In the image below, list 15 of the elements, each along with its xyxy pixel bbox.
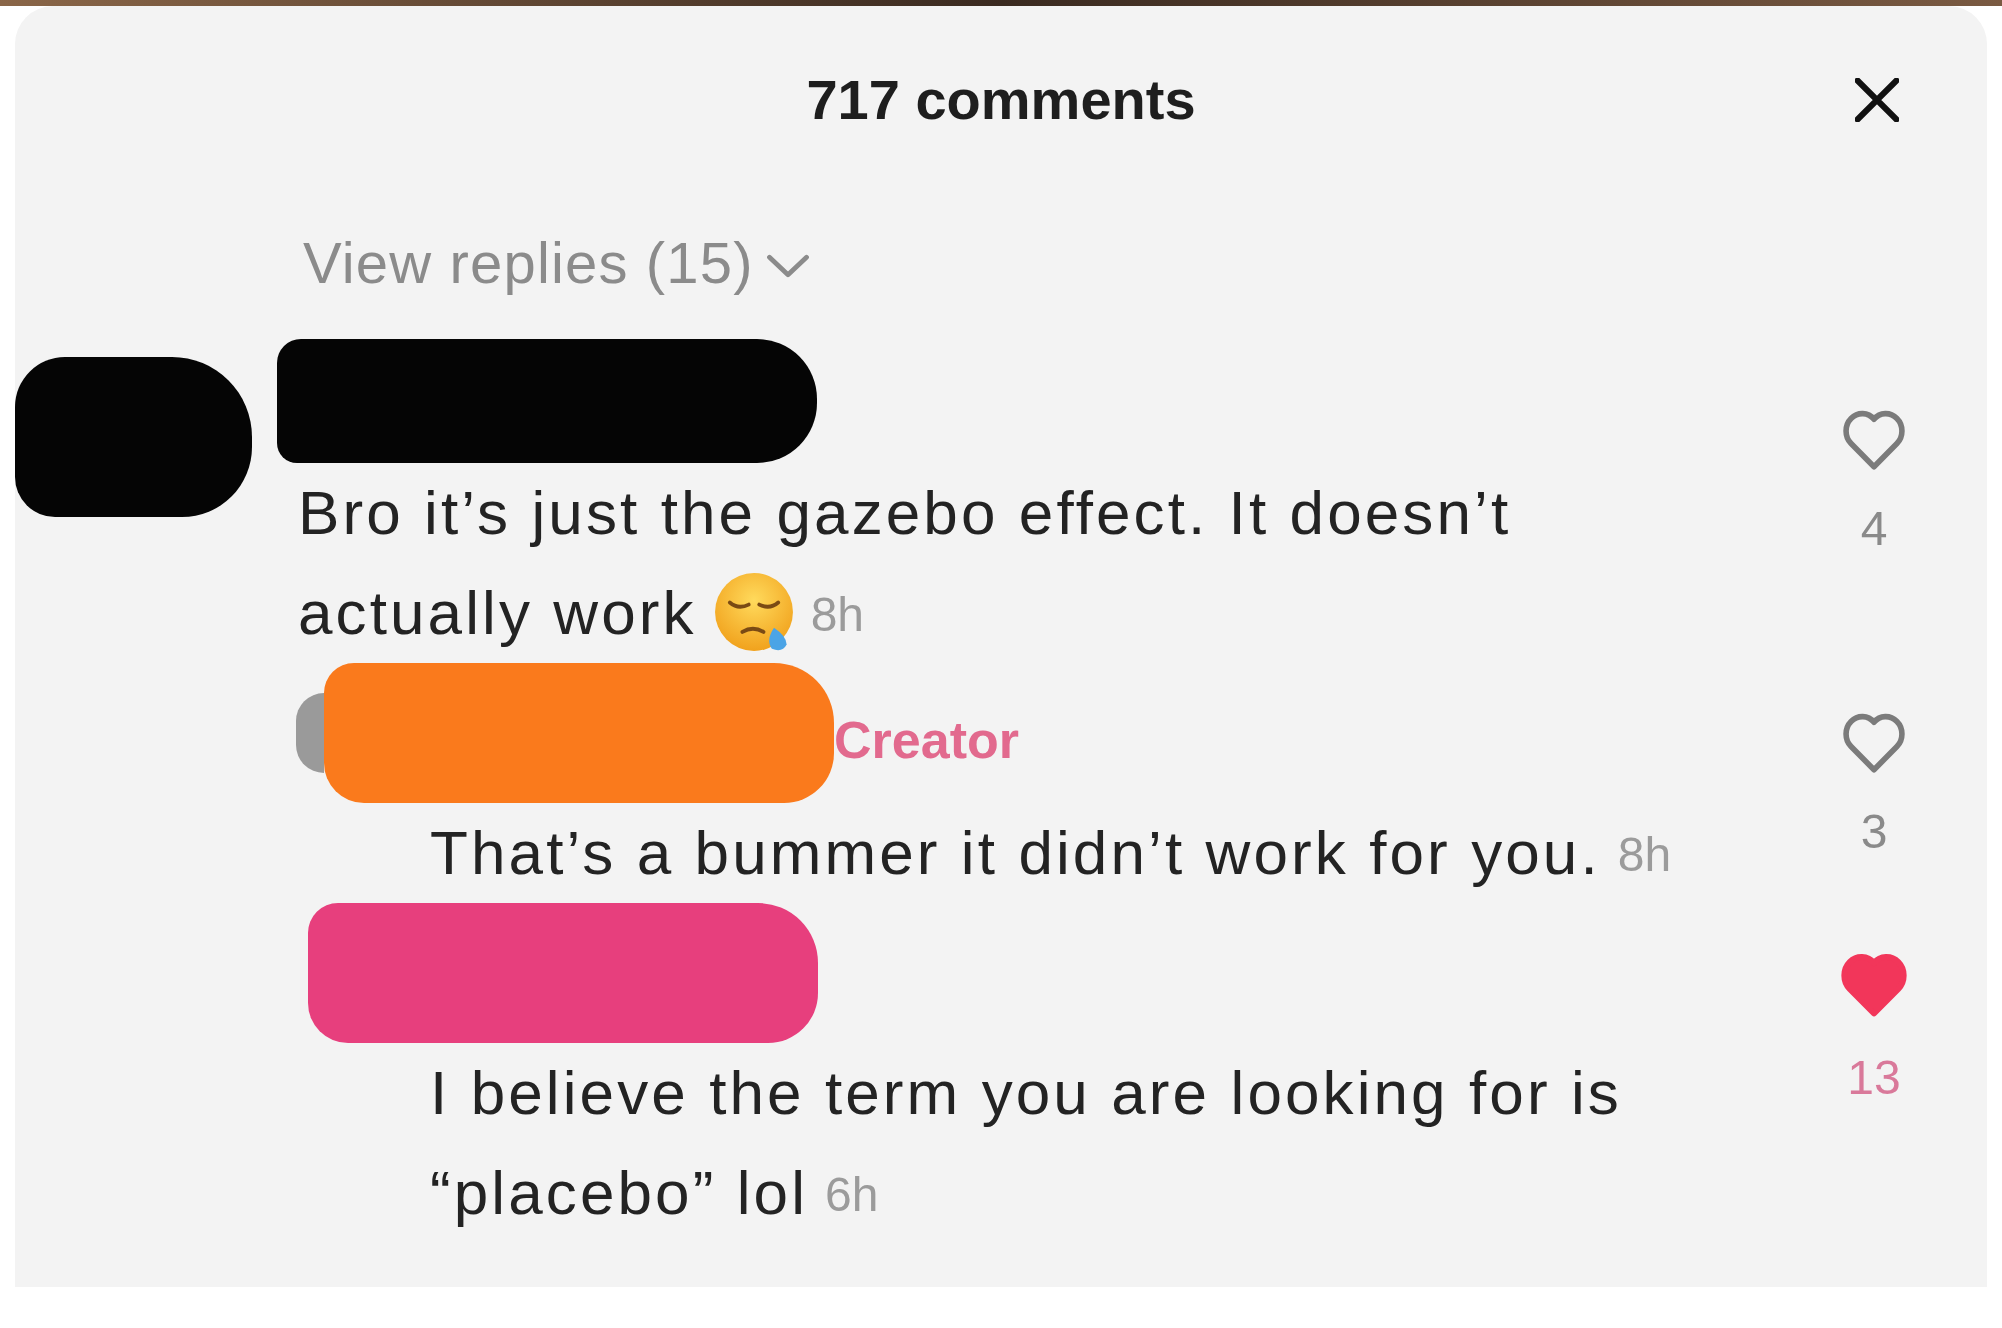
comment-text: “placebo” lol	[430, 1157, 809, 1229]
chevron-down-icon	[765, 254, 810, 278]
panel-title: 717 comments	[806, 67, 1196, 133]
timestamp: 8h	[810, 587, 865, 643]
comment-text: actually work	[298, 577, 697, 649]
creator-label: Creator	[834, 710, 1019, 770]
like-count: 13	[1847, 1054, 1901, 1102]
comment-text: That’s a bummer it didn’t work for you.	[430, 817, 1601, 889]
timestamp: 6h	[825, 1167, 879, 1223]
like-count: 3	[1860, 808, 1888, 856]
comment-text: I believe the term you are looking for is	[430, 1057, 1622, 1129]
timestamp: 8h	[1617, 827, 1672, 883]
like-count: 4	[1860, 505, 1888, 553]
close-icon[interactable]	[1855, 78, 1899, 122]
comment-text: Bro it’s just the gazebo effect. It doesn’t	[298, 477, 1512, 549]
